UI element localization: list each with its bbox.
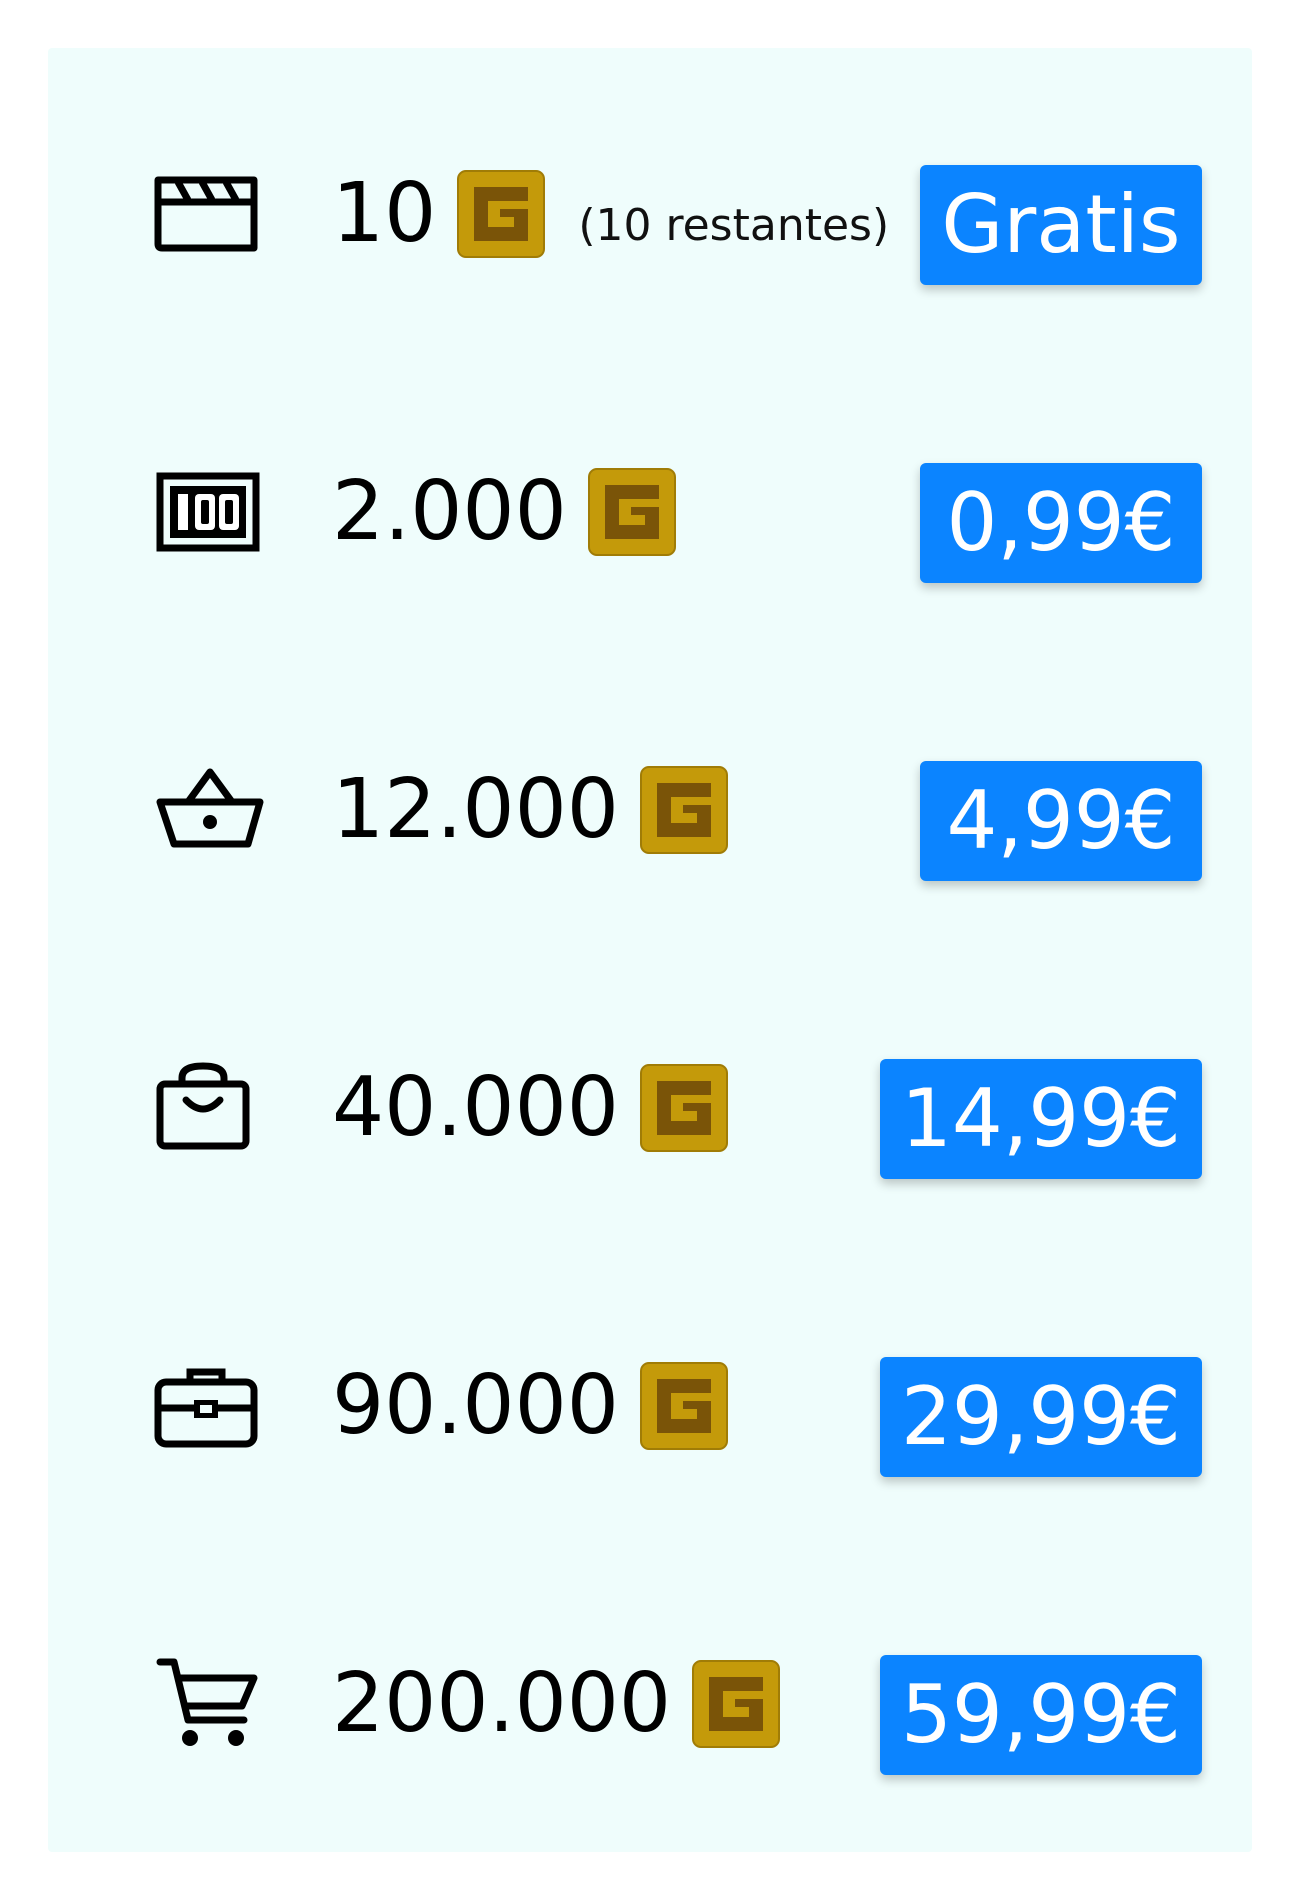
shopping-cart-icon <box>148 1658 268 1748</box>
amount-value: 10 <box>332 166 437 261</box>
package-row: 10 (10 restantes) Gratis <box>48 148 1252 285</box>
buy-button[interactable]: 4,99€ <box>920 761 1202 881</box>
amount-value: 12.000 <box>332 762 619 857</box>
remaining-count: (10 restantes) <box>578 199 890 251</box>
amount-value: 40.000 <box>332 1060 619 1155</box>
package-row: 40.000 14,99€ <box>48 1042 1252 1179</box>
g-coin-icon <box>639 765 729 855</box>
buy-button[interactable]: 59,99€ <box>880 1655 1202 1775</box>
basket-icon <box>148 764 268 854</box>
shopping-bag-icon <box>148 1062 268 1152</box>
amount-value: 2.000 <box>332 464 567 559</box>
package-row: 90.000 29,99€ <box>48 1340 1252 1477</box>
coin-amount: 200.000 <box>332 1661 781 1747</box>
coin-amount: 10 (10 restantes) <box>332 171 889 257</box>
hundred-box-icon <box>148 466 268 556</box>
coin-amount: 40.000 <box>332 1065 729 1151</box>
amount-value: 200.000 <box>332 1656 672 1751</box>
clapperboard-icon <box>148 168 268 258</box>
package-row: 2.000 0,99€ <box>48 446 1252 583</box>
coin-amount: 2.000 <box>332 469 677 555</box>
buy-button[interactable]: 0,99€ <box>920 463 1202 583</box>
g-coin-icon <box>639 1063 729 1153</box>
package-row: 12.000 4,99€ <box>48 744 1252 881</box>
coin-amount: 90.000 <box>332 1363 729 1449</box>
buy-button[interactable]: Gratis <box>920 165 1202 285</box>
buy-button[interactable]: 14,99€ <box>880 1059 1202 1179</box>
g-coin-icon <box>456 169 546 259</box>
coin-store-panel: 10 (10 restantes) Gratis 2.000 0,99€ 12.… <box>48 48 1252 1852</box>
package-row: 200.000 59,99€ <box>48 1638 1252 1775</box>
g-coin-icon <box>691 1659 781 1749</box>
g-coin-icon <box>587 467 677 557</box>
coin-amount: 12.000 <box>332 767 729 853</box>
briefcase-icon <box>148 1360 268 1450</box>
buy-button[interactable]: 29,99€ <box>880 1357 1202 1477</box>
amount-value: 90.000 <box>332 1358 619 1453</box>
g-coin-icon <box>639 1361 729 1451</box>
